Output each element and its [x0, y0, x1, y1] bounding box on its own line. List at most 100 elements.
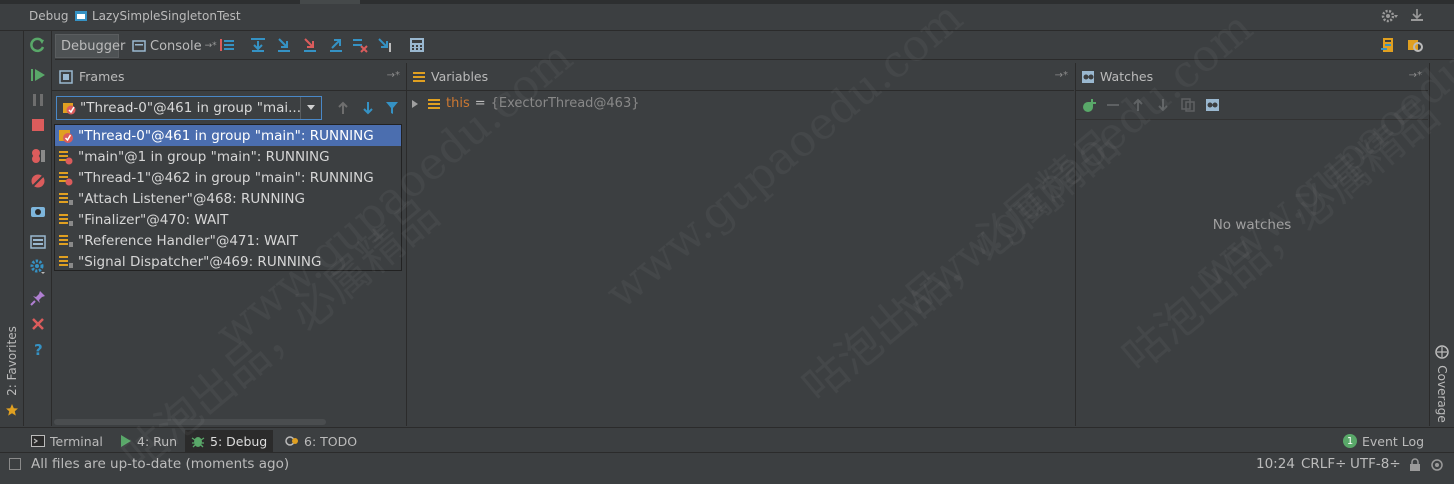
line-separator[interactable]: CRLF÷ [1301, 456, 1346, 472]
remove-watch-icon[interactable] [1106, 98, 1120, 112]
favorites-star-icon [5, 403, 19, 417]
tab-todo[interactable]: 6: TODO [285, 432, 357, 450]
pin-tab-icon[interactable] [30, 290, 46, 306]
tab-run-label: 4: Run [137, 433, 178, 449]
tool-window-bar: Terminal 4: Run 5: Debug 6: TODO 1 Event… [0, 427, 1454, 453]
thread-list-item[interactable]: "main"@1 in group "main": RUNNING [55, 146, 401, 167]
console-icon [132, 39, 146, 53]
thread-list-item[interactable]: "Finalizer"@470: WAIT [55, 209, 401, 230]
svg-text:?: ? [34, 341, 43, 357]
debug-actions-toolbar: ? [24, 31, 52, 426]
get-thread-dump-icon[interactable] [30, 204, 46, 220]
step-into-icon[interactable] [276, 37, 292, 53]
inspector-icon[interactable] [1430, 458, 1446, 472]
next-frame-icon[interactable] [361, 101, 375, 115]
variables-icon [412, 70, 426, 84]
thread-list-item[interactable]: "Signal Dispatcher"@469: RUNNING [55, 251, 401, 272]
no-watches-text: No watches [1212, 217, 1292, 233]
tab-debugger[interactable]: Debugger [55, 34, 125, 58]
frames-title: Frames [79, 69, 125, 84]
evaluate-expression-icon[interactable] [409, 37, 425, 53]
debugger-toolbar: Debugger Console →* [55, 31, 1454, 60]
variable-equals: = [474, 96, 486, 111]
move-up-icon[interactable] [1131, 98, 1145, 112]
rerun-icon[interactable] [30, 37, 46, 53]
frames-header: Frames →* [52, 63, 406, 91]
thread-list-item[interactable]: "Reference Handler"@471: WAIT [55, 230, 401, 251]
thread-label: "main"@1 in group "main": RUNNING [78, 148, 330, 165]
restore-layout-icon[interactable] [30, 234, 46, 250]
view-breakpoints-icon[interactable] [30, 148, 46, 164]
settings-gear-icon[interactable] [1381, 8, 1399, 24]
thread-breakpoint-icon [62, 101, 76, 115]
terminal-icon [31, 435, 45, 447]
watches-icon [1081, 70, 1095, 84]
thread-list-item[interactable]: "Thread-0"@461 in group "main": RUNNING [55, 125, 401, 146]
status-toggle-icon[interactable] [9, 458, 21, 470]
thread-label: "Reference Handler"@471: WAIT [78, 232, 299, 249]
resume-program-icon[interactable] [30, 67, 46, 83]
thread-label: "Attach Listener"@468: RUNNING [78, 190, 305, 207]
event-log-tab[interactable]: 1 Event Log [1343, 432, 1424, 450]
debug-bug-icon [191, 434, 205, 448]
thread-dropdown-list: "Thread-0"@461 in group "main": RUNNING … [54, 124, 402, 271]
mute-breakpoints-icon[interactable] [30, 173, 46, 189]
tab-debug-label: 5: Debug [210, 433, 268, 449]
previous-frame-icon[interactable] [336, 101, 350, 115]
filter-icon[interactable] [385, 101, 399, 115]
close-icon[interactable] [30, 316, 46, 332]
tab-debug[interactable]: 5: Debug [185, 430, 274, 452]
thread-list-item[interactable]: "Thread-1"@462 in group "main": RUNNING [55, 167, 401, 188]
combo-arrow-icon[interactable] [300, 97, 321, 119]
show-execution-point-icon[interactable] [219, 37, 235, 53]
show-watches-in-variables-icon[interactable] [1205, 98, 1221, 112]
step-over-icon[interactable] [250, 37, 266, 53]
coverage-icon [1435, 345, 1449, 359]
coverage-label: Coverage [1435, 365, 1449, 423]
variable-value: {ExectorThread@463} [490, 96, 640, 111]
thread-label: "Thread-1"@462 in group "main": RUNNING [78, 169, 374, 186]
force-step-into-icon[interactable] [302, 37, 318, 53]
watches-pin-icon[interactable]: →* [1409, 70, 1422, 81]
caret-position[interactable]: 10:24 [1256, 456, 1295, 472]
frames-pin-icon[interactable]: →* [387, 70, 400, 81]
thread-icon [58, 212, 74, 228]
file-encoding[interactable]: UTF-8÷ [1350, 456, 1401, 472]
thread-list-item[interactable]: "Attach Listener"@468: RUNNING [55, 188, 401, 209]
debug-settings-icon[interactable] [30, 259, 46, 275]
add-watch-icon[interactable] [1082, 98, 1098, 114]
tab-terminal[interactable]: Terminal [31, 432, 103, 450]
variable-name: this [446, 96, 470, 111]
field-icon [427, 97, 441, 111]
stop-icon[interactable] [30, 117, 46, 133]
step-out-icon[interactable] [328, 37, 344, 53]
help-icon[interactable]: ? [30, 341, 46, 357]
thread-icon [58, 254, 74, 270]
expand-arrow-icon[interactable] [411, 99, 419, 109]
duplicate-icon[interactable] [1181, 98, 1195, 112]
watches-panel: Watches →* No watches [1076, 63, 1428, 426]
tab-run[interactable]: 4: Run [120, 432, 177, 450]
tab-console[interactable]: Console →* [127, 34, 222, 58]
readonly-lock-icon[interactable] [1409, 458, 1421, 472]
variables-pin-icon[interactable]: →* [1055, 70, 1068, 81]
drop-frame-icon[interactable] [352, 37, 368, 53]
console-pin-icon: →* [204, 41, 217, 51]
pause-program-icon[interactable] [30, 92, 46, 108]
coverage-tab[interactable]: Coverage [1430, 343, 1454, 423]
run-icon [120, 434, 132, 448]
status-message[interactable]: All files are up-to-date (moments ago) [31, 456, 289, 472]
favorites-tab[interactable]: 2: Favorites [2, 326, 22, 400]
thread-selector-combo[interactable]: "Thread-0"@461 in group "mai... [56, 96, 322, 120]
run-to-cursor-icon[interactable] [377, 37, 393, 53]
move-down-icon[interactable] [1156, 98, 1170, 112]
variables-panel: Variables →* this = {ExectorThread@463} [407, 63, 1074, 426]
run-config-label[interactable]: LazySimpleSingletonTest [74, 9, 241, 23]
frames-horizontal-scrollbar[interactable] [54, 419, 326, 425]
variable-row[interactable]: this = {ExectorThread@463} [411, 96, 640, 111]
frames-icon [59, 69, 73, 84]
hide-panel-icon[interactable] [1410, 8, 1424, 22]
layout-settings-icon[interactable] [1407, 37, 1423, 53]
restore-layout-icon[interactable] [1380, 37, 1396, 53]
thread-label: "Signal Dispatcher"@469: RUNNING [78, 253, 322, 270]
